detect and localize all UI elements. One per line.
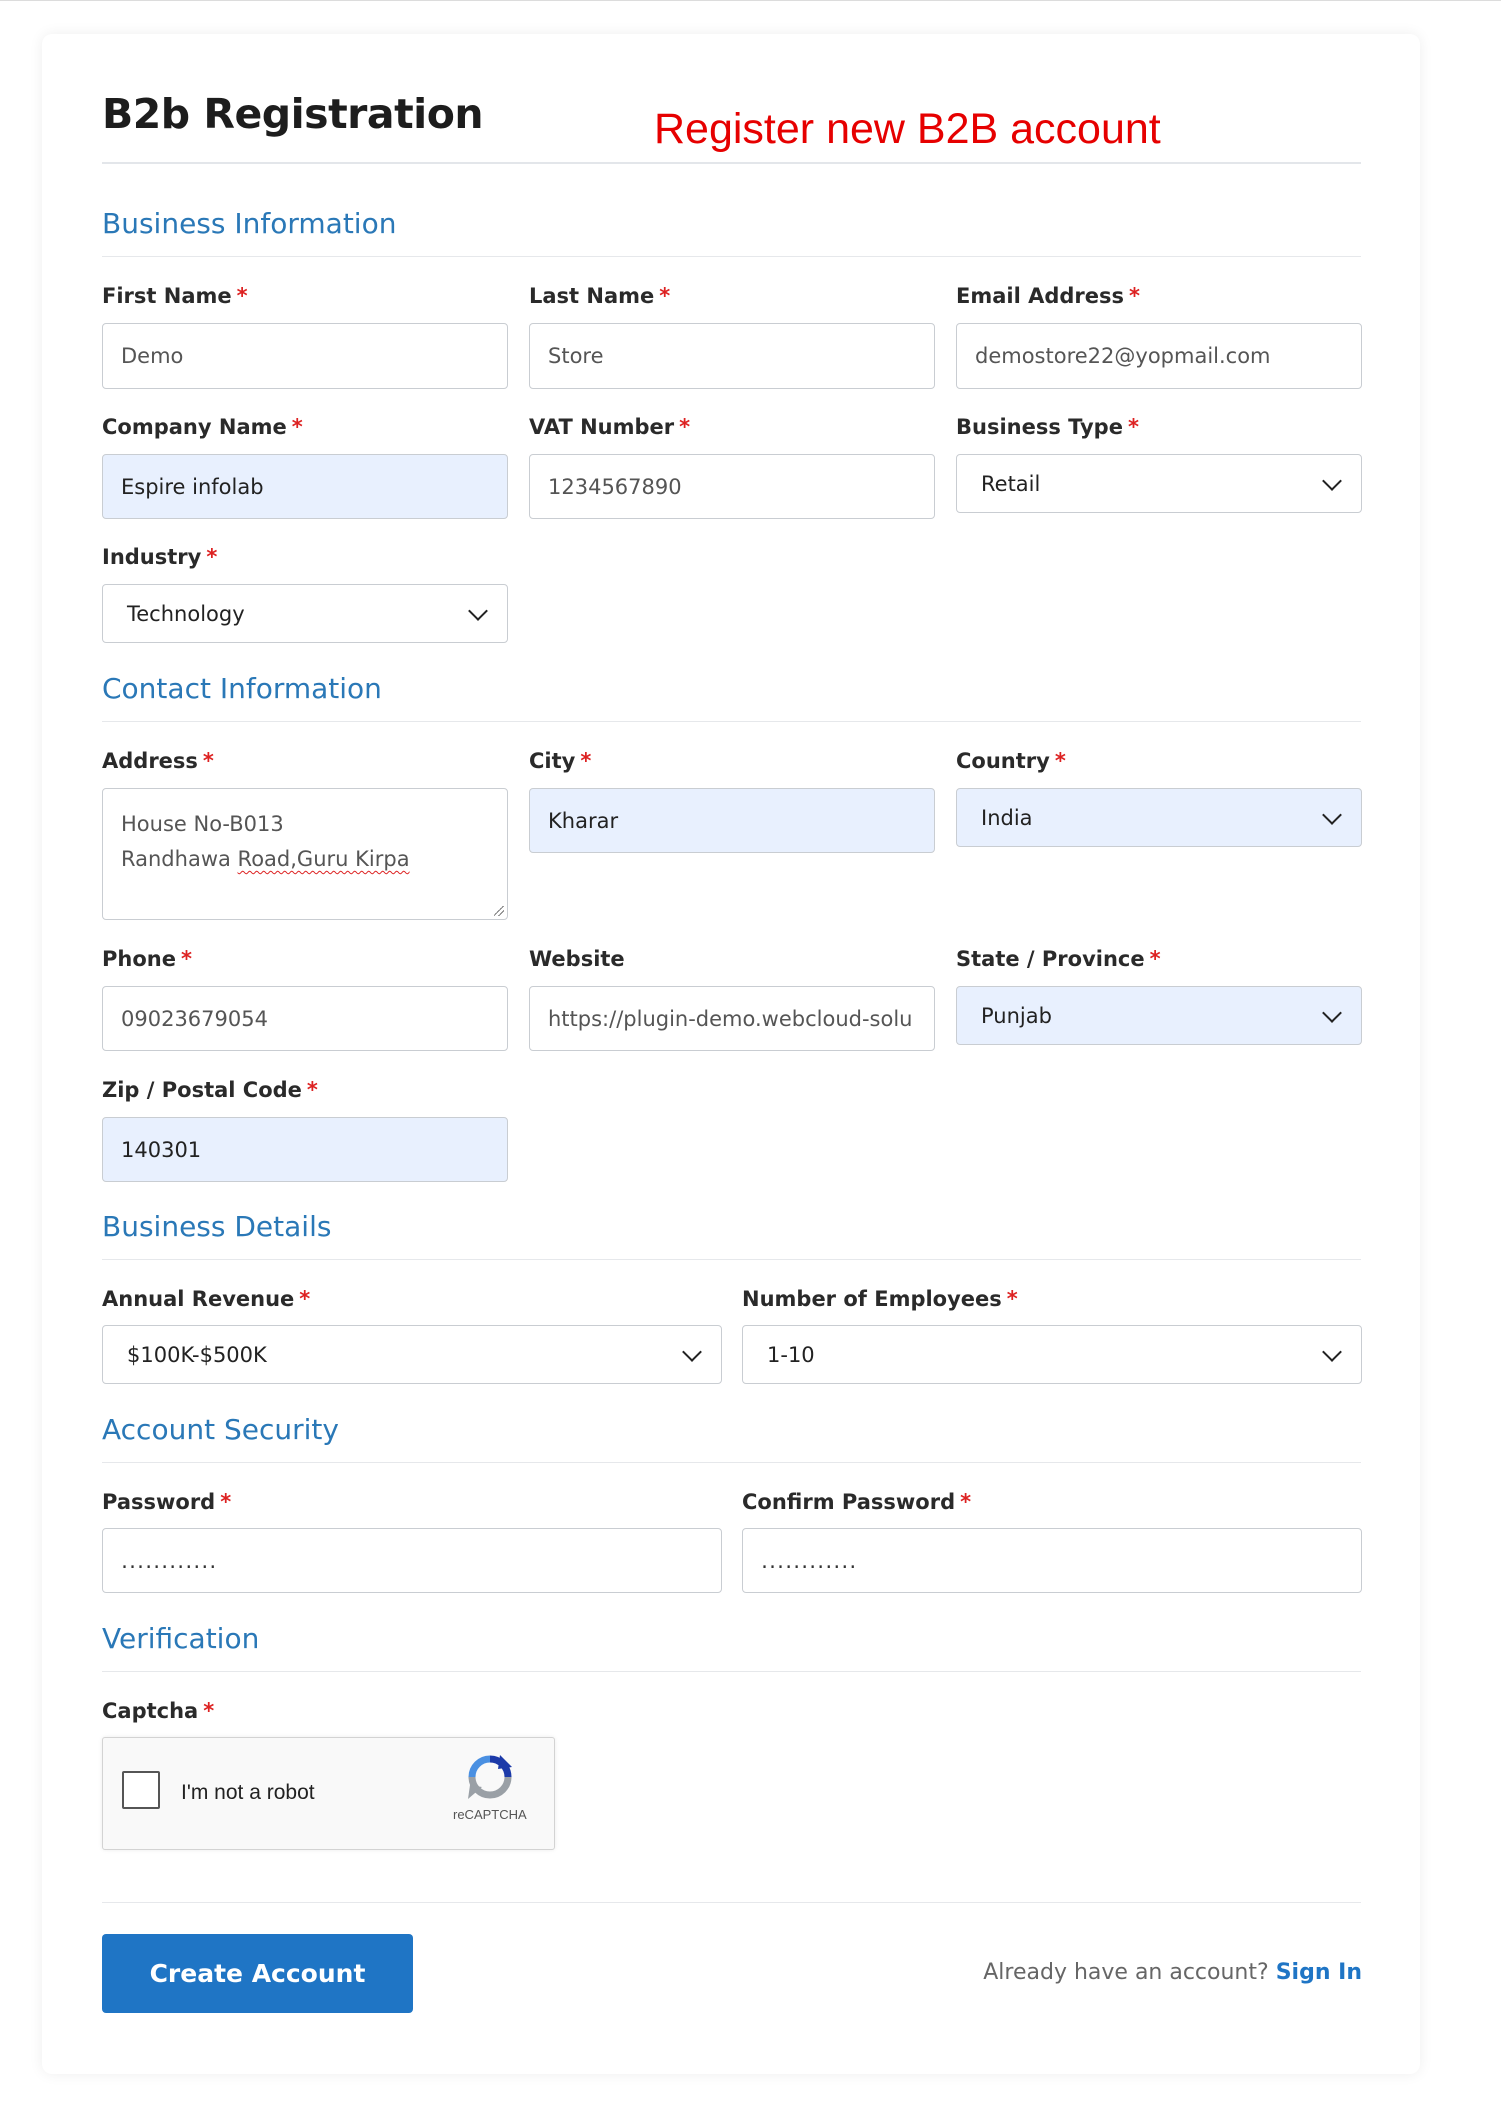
recaptcha-icon <box>468 1755 512 1799</box>
required-marker: * <box>299 1287 311 1311</box>
industry-label: Industry * <box>102 545 218 569</box>
section-divider <box>102 1259 1361 1260</box>
required-marker: * <box>202 749 214 773</box>
phone-input[interactable]: 09023679054 <box>102 986 508 1051</box>
required-marker: * <box>1054 749 1066 773</box>
required-marker: * <box>220 1490 232 1514</box>
signin-prompt: Already have an account? Sign In <box>983 1960 1362 1985</box>
employees-value: 1-10 <box>767 1342 815 1367</box>
employees-select[interactable]: 1-10 <box>742 1325 1362 1384</box>
chevron-down-icon <box>468 600 488 621</box>
required-marker: * <box>1129 284 1141 308</box>
chevron-down-icon <box>1322 470 1342 491</box>
already-account-text: Already have an account? <box>983 1960 1269 1985</box>
required-marker: * <box>1127 415 1139 439</box>
required-marker: * <box>960 1490 972 1514</box>
required-marker: * <box>206 545 218 569</box>
chevron-down-icon <box>1322 1341 1342 1362</box>
address-textarea[interactable]: House No-B013 Randhawa Road,Guru Kirpa <box>102 788 508 920</box>
section-divider <box>102 721 1361 722</box>
footer-divider <box>102 1902 1361 1903</box>
address-label: Address * <box>102 749 214 773</box>
address-line-1: House No-B013 <box>121 812 284 836</box>
state-label: State / Province * <box>956 947 1161 971</box>
annotation-text: Register new B2B account <box>654 105 1161 153</box>
company-name-label: Company Name * <box>102 415 303 439</box>
business-type-select[interactable]: Retail <box>956 454 1362 513</box>
country-value: India <box>981 805 1033 830</box>
country-select[interactable]: India <box>956 788 1362 847</box>
section-account-security: Account Security <box>102 1413 339 1446</box>
state-value: Punjab <box>981 1003 1052 1028</box>
email-input[interactable]: demostore22@yopmail.com <box>956 323 1362 389</box>
section-divider <box>102 1462 1361 1463</box>
employees-label: Number of Employees * <box>742 1287 1018 1311</box>
password-label: Password * <box>102 1490 232 1514</box>
required-marker: * <box>679 415 691 439</box>
create-account-button[interactable]: Create Account <box>102 1934 413 2013</box>
confirm-password-label: Confirm Password * <box>742 1490 972 1514</box>
vat-number-input[interactable]: 1234567890 <box>529 454 935 519</box>
city-input[interactable]: Kharar <box>529 788 935 853</box>
website-label: Website <box>529 947 625 971</box>
required-marker: * <box>203 1699 215 1723</box>
captcha-label: Captcha * <box>102 1699 215 1723</box>
password-input[interactable]: ․․․․․․․․․․․․ <box>102 1528 722 1593</box>
recaptcha-widget: I'm not a robot reCAPTCHA <box>102 1737 555 1850</box>
sign-in-link[interactable]: Sign In <box>1276 1960 1362 1985</box>
top-border <box>0 0 1501 1</box>
business-type-label: Business Type * <box>956 415 1139 439</box>
first-name-input[interactable]: Demo <box>102 323 508 389</box>
industry-select[interactable]: Technology <box>102 584 508 643</box>
chevron-down-icon <box>682 1341 702 1362</box>
page-title: B2b Registration <box>102 90 484 138</box>
section-verification: Verification <box>102 1622 260 1655</box>
required-marker: * <box>659 284 671 308</box>
first-name-label: First Name * <box>102 284 248 308</box>
confirm-password-input[interactable]: ․․․․․․․․․․․․ <box>742 1528 1362 1593</box>
section-business-information: Business Information <box>102 207 397 240</box>
email-label: Email Address * <box>956 284 1141 308</box>
vat-number-label: VAT Number * <box>529 415 691 439</box>
recaptcha-checkbox[interactable] <box>122 1771 160 1809</box>
city-label: City * <box>529 749 592 773</box>
recaptcha-label: I'm not a robot <box>181 1781 315 1804</box>
last-name-label: Last Name * <box>529 284 671 308</box>
website-input[interactable]: https://plugin-demo.webcloud-solu <box>529 986 935 1051</box>
annual-revenue-value: $100K-$500K <box>127 1342 267 1367</box>
section-divider <box>102 256 1361 257</box>
phone-label: Phone * <box>102 947 192 971</box>
required-marker: * <box>236 284 248 308</box>
required-marker: * <box>180 947 192 971</box>
annual-revenue-select[interactable]: $100K-$500K <box>102 1325 722 1384</box>
annual-revenue-label: Annual Revenue * <box>102 1287 311 1311</box>
country-label: Country * <box>956 749 1066 773</box>
required-marker: * <box>306 1078 318 1102</box>
zip-label: Zip / Postal Code * <box>102 1078 318 1102</box>
company-name-input[interactable]: Espire infolab <box>102 454 508 519</box>
section-divider <box>102 1671 1361 1672</box>
section-contact-information: Contact Information <box>102 672 382 705</box>
spellcheck-underline: Road,Guru Kirpa <box>237 847 410 871</box>
address-line-2: Randhawa Road,Guru Kirpa <box>121 847 410 871</box>
title-divider <box>102 162 1361 164</box>
zip-input[interactable]: 140301 <box>102 1117 508 1182</box>
required-marker: * <box>580 749 592 773</box>
required-marker: * <box>291 415 303 439</box>
state-select[interactable]: Punjab <box>956 986 1362 1045</box>
required-marker: * <box>1149 947 1161 971</box>
last-name-input[interactable]: Store <box>529 323 935 389</box>
recaptcha-brand: reCAPTCHA <box>453 1807 527 1822</box>
business-type-value: Retail <box>981 471 1041 496</box>
resize-handle-icon[interactable] <box>494 906 504 916</box>
industry-value: Technology <box>127 601 245 626</box>
chevron-down-icon <box>1322 1002 1342 1023</box>
section-business-details: Business Details <box>102 1210 332 1243</box>
chevron-down-icon <box>1322 804 1342 825</box>
required-marker: * <box>1006 1287 1018 1311</box>
